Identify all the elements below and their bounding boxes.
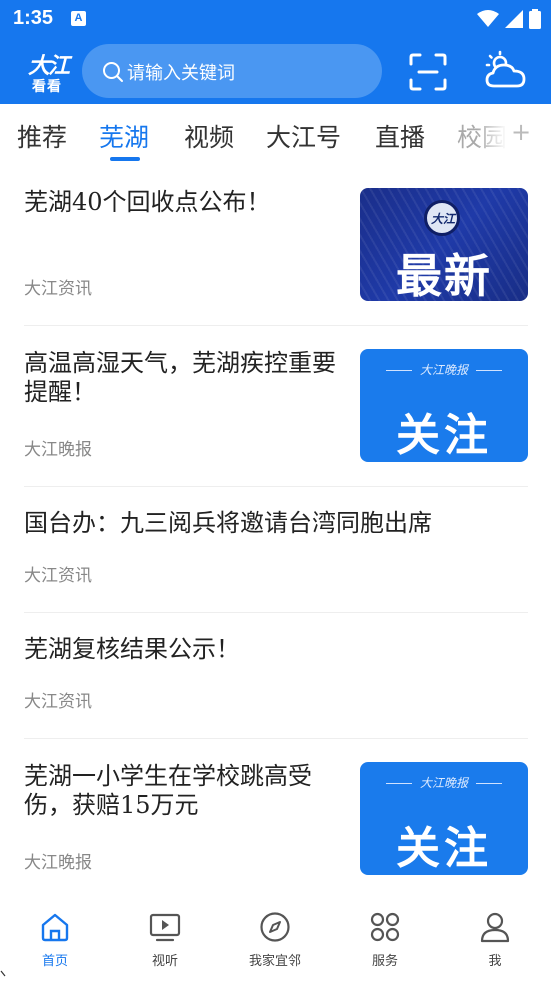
app-header: 大江 看看 请输入关键词: [0, 38, 551, 104]
search-bar[interactable]: 请输入关键词: [82, 44, 382, 98]
thumbnail-text: 关注: [396, 823, 492, 874]
news-title: 国台办：九三阅兵将邀请台湾同胞出席: [24, 509, 432, 537]
notification-a-icon: A: [71, 11, 86, 26]
search-placeholder: 请输入关键词: [127, 63, 235, 84]
divider: [24, 612, 528, 613]
news-title: 芜湖复核结果公示！: [24, 635, 240, 663]
thumbnail-caption: 大江晚报: [360, 361, 528, 378]
tab-dajianghao[interactable]: 大江号: [266, 118, 341, 154]
news-item[interactable]: 芜湖复核结果公示！ 大江资讯: [24, 635, 528, 715]
status-time: 1:35: [13, 7, 54, 29]
divider: [24, 325, 528, 326]
tab-campus[interactable]: 校园: [457, 118, 507, 154]
divider: [24, 738, 528, 739]
logo-text-bottom: 看看: [32, 79, 62, 95]
compass-icon: [260, 912, 290, 942]
scan-icon[interactable]: [408, 52, 448, 92]
nav-neighbors[interactable]: 我家宜邻: [220, 910, 330, 969]
user-icon: [480, 912, 510, 943]
news-title: 高温高湿天气，芜湖疾控重要提醒！: [24, 349, 336, 406]
grid-icon: [370, 912, 400, 942]
active-tab-indicator: [110, 157, 140, 161]
home-icon: [41, 913, 69, 942]
nav-label: 我: [488, 954, 502, 969]
channel-tabs: 推荐 芜湖 视频 大江号 直播 校园 +: [0, 104, 551, 164]
nav-label: 我家宜邻: [248, 954, 301, 969]
news-title: 芜湖40个回收点公布！: [24, 188, 271, 216]
thumbnail-caption: 大江晚报: [360, 774, 528, 791]
tab-wuhu[interactable]: 芜湖: [99, 118, 149, 154]
news-title: 芜湖一小学生在学校跳高受伤，获赔15万元: [24, 762, 312, 819]
search-icon: [103, 62, 123, 82]
weather-icon[interactable]: [484, 50, 528, 92]
tab-video[interactable]: 视频: [184, 118, 234, 154]
news-source: 大江资讯: [24, 566, 92, 586]
tab-recommend[interactable]: 推荐: [17, 118, 67, 154]
news-item[interactable]: 芜湖一小学生在学校跳高受伤，获赔15万元 大江晚报 大江晚报 关注: [24, 762, 528, 875]
video-icon: [149, 913, 181, 942]
news-item[interactable]: 国台办：九三阅兵将邀请台湾同胞出席 大江资讯: [24, 509, 528, 589]
battery-icon: [529, 9, 541, 29]
dajiang-emblem-icon: 大江: [424, 200, 460, 236]
nav-me[interactable]: 我: [440, 910, 550, 969]
news-source: 大江资讯: [24, 279, 92, 299]
nav-label: 首页: [41, 954, 68, 969]
news-source: 大江晚报: [24, 440, 92, 460]
nav-home[interactable]: 首页: [0, 910, 110, 969]
thumbnail-text: 关注: [396, 410, 492, 461]
status-bar: 1:35 A: [0, 0, 551, 38]
news-item[interactable]: 高温高湿天气，芜湖疾控重要提醒！ 大江晚报 大江晚报 关注: [24, 349, 528, 462]
nav-label: 服务: [371, 954, 398, 969]
wifi-icon: [477, 10, 499, 27]
news-item[interactable]: 芜湖40个回收点公布！ 大江资讯 大江 最新: [24, 188, 528, 301]
signal-icon: [505, 10, 523, 28]
system-icons: [477, 8, 541, 30]
news-source: 大江晚报: [24, 853, 92, 873]
nav-video[interactable]: 视听: [110, 910, 220, 969]
news-thumbnail: 大江晚报 关注: [360, 349, 528, 462]
nav-services[interactable]: 服务: [330, 910, 440, 969]
tab-live[interactable]: 直播: [375, 118, 425, 154]
news-source: 大江资讯: [24, 692, 92, 712]
gesture-handle-icon: [0, 970, 6, 977]
divider: [24, 486, 528, 487]
thumbnail-text: 最新: [396, 249, 492, 301]
news-thumbnail: 大江晚报 关注: [360, 762, 528, 875]
bottom-nav: 首页 视听 我家宜邻 服务 我: [0, 896, 551, 981]
news-thumbnail: 大江 最新: [360, 188, 528, 301]
tab-add-icon[interactable]: +: [511, 118, 531, 146]
app-logo[interactable]: 大江 看看: [24, 46, 74, 96]
nav-label: 视听: [151, 954, 178, 969]
